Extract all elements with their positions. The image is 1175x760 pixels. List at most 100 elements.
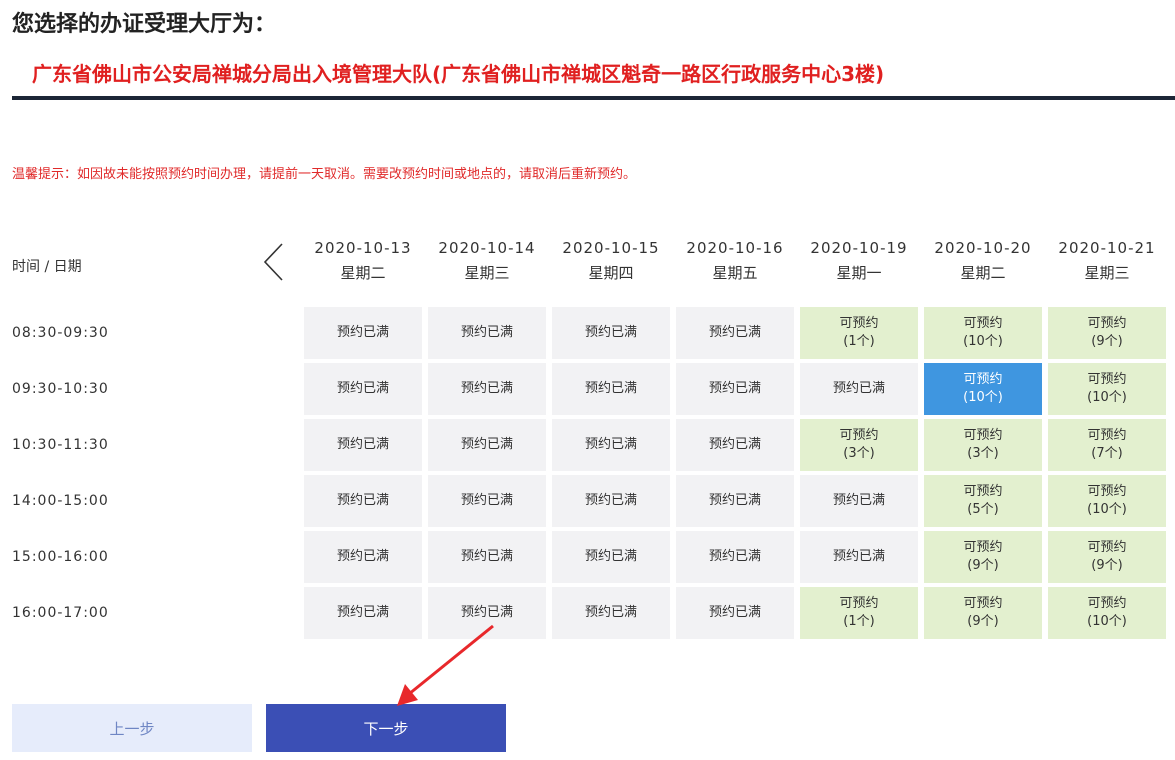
weekday-label: 星期二 xyxy=(960,264,1006,282)
slot-status-text: 可预约 xyxy=(1087,540,1127,555)
slot-status-text: 预约已满 xyxy=(584,493,637,508)
slot-count: (10个) xyxy=(1087,502,1127,517)
time-slot-label: 15:00-16:00 xyxy=(12,549,109,565)
slot-status-text: 预约已满 xyxy=(336,549,389,564)
slot-cell-full: 预约已满 xyxy=(428,419,546,471)
slot-cell-available[interactable]: 可预约 (10个) xyxy=(1048,587,1166,639)
slot-cell-full: 预约已满 xyxy=(552,475,670,527)
slot-count: (9个) xyxy=(1091,334,1123,349)
time-slot-label: 14:00-15:00 xyxy=(12,493,109,509)
slot-cell-available[interactable]: 可预约 (3个) xyxy=(924,419,1042,471)
slot-status-text: 可预约 xyxy=(839,596,879,611)
slot-cell-available[interactable]: 可预约 (9个) xyxy=(1048,531,1166,583)
slot-status-text: 可预约 xyxy=(839,316,879,331)
slot-cell-full: 预约已满 xyxy=(552,363,670,415)
slot-status-text: 预约已满 xyxy=(336,325,389,340)
slot-status-text: 预约已满 xyxy=(460,605,513,620)
slot-status-text: 预约已满 xyxy=(584,325,637,340)
slot-cell-full: 预约已满 xyxy=(676,475,794,527)
slot-status-text: 预约已满 xyxy=(584,437,637,452)
date-label: 2020-10-15 xyxy=(562,239,660,257)
date-column-header: 2020-10-16 星期五 xyxy=(676,236,794,286)
slot-status-text: 预约已满 xyxy=(832,493,885,508)
slot-count: (9个) xyxy=(1091,558,1123,573)
slot-cell-full: 预约已满 xyxy=(552,531,670,583)
slot-cell-full: 预约已满 xyxy=(304,475,422,527)
slot-status-text: 预约已满 xyxy=(336,381,389,396)
slot-cell-available[interactable]: 可预约 (5个) xyxy=(924,475,1042,527)
slot-cell-selected[interactable]: 可预约 (10个) xyxy=(924,363,1042,415)
slot-cell-available[interactable]: 可预约 (10个) xyxy=(1048,475,1166,527)
slot-cell-full: 预约已满 xyxy=(676,587,794,639)
slot-cell-available[interactable]: 可预约 (9个) xyxy=(924,587,1042,639)
time-slot-label: 10:30-11:30 xyxy=(12,437,109,453)
weekday-label: 星期四 xyxy=(588,264,634,282)
slot-status-text: 预约已满 xyxy=(584,605,637,620)
slot-status-text: 预约已满 xyxy=(460,549,513,564)
notice-text: 温馨提示：如因故未能按照预约时间办理，请提前一天取消。需要改预约时间或地点的，请… xyxy=(12,167,637,182)
slot-status-text: 预约已满 xyxy=(336,437,389,452)
slot-count: (3个) xyxy=(843,446,875,461)
slot-cell-full: 预约已满 xyxy=(428,587,546,639)
chevron-left-icon[interactable] xyxy=(258,240,292,284)
slot-status-text: 预约已满 xyxy=(460,325,513,340)
slot-status-text: 预约已满 xyxy=(832,549,885,564)
slot-count: (10个) xyxy=(963,390,1003,405)
time-slot-label: 08:30-09:30 xyxy=(12,325,109,341)
slot-status-text: 预约已满 xyxy=(460,493,513,508)
date-label: 2020-10-14 xyxy=(438,239,536,257)
slot-cell-available[interactable]: 可预约 (7个) xyxy=(1048,419,1166,471)
slot-cell-full: 预约已满 xyxy=(676,419,794,471)
slot-status-text: 可预约 xyxy=(963,372,1003,387)
slot-status-text: 可预约 xyxy=(963,596,1003,611)
slot-status-text: 预约已满 xyxy=(708,605,761,620)
slot-count: (10个) xyxy=(1087,390,1127,405)
weekday-label: 星期五 xyxy=(712,264,758,282)
time-slot-label: 16:00-17:00 xyxy=(12,605,109,621)
slot-status-text: 预约已满 xyxy=(460,437,513,452)
slot-cell-available[interactable]: 可预约 (9个) xyxy=(924,531,1042,583)
time-date-corner-label: 时间 / 日期 xyxy=(12,259,82,275)
slot-cell-available[interactable]: 可预约 (1个) xyxy=(800,307,918,359)
slot-status-text: 预约已满 xyxy=(708,325,761,340)
date-label: 2020-10-16 xyxy=(686,239,784,257)
weekday-label: 星期三 xyxy=(1084,264,1130,282)
slot-count: (5个) xyxy=(967,502,999,517)
slot-status-text: 预约已满 xyxy=(584,381,637,396)
slot-cell-available[interactable]: 可预约 (10个) xyxy=(1048,363,1166,415)
slot-status-text: 预约已满 xyxy=(460,381,513,396)
slot-cell-full: 预约已满 xyxy=(304,307,422,359)
slot-cell-full: 预约已满 xyxy=(304,419,422,471)
slot-status-text: 可预约 xyxy=(839,428,879,443)
slot-cell-available[interactable]: 可预约 (3个) xyxy=(800,419,918,471)
slot-status-text: 可预约 xyxy=(963,316,1003,331)
date-label: 2020-10-20 xyxy=(934,239,1032,257)
slot-count: (1个) xyxy=(843,614,875,629)
slot-count: (3个) xyxy=(967,446,999,461)
slot-cell-full: 预约已满 xyxy=(304,587,422,639)
slot-cell-full: 预约已满 xyxy=(428,363,546,415)
slot-count: (10个) xyxy=(963,334,1003,349)
weekday-label: 星期二 xyxy=(340,264,386,282)
slot-cell-full: 预约已满 xyxy=(304,531,422,583)
slot-cell-available[interactable]: 可预约 (10个) xyxy=(924,307,1042,359)
slot-cell-available[interactable]: 可预约 (1个) xyxy=(800,587,918,639)
next-step-button[interactable]: 下一步 xyxy=(266,704,506,752)
time-slot-label: 09:30-10:30 xyxy=(12,381,109,397)
slot-count: (10个) xyxy=(1087,614,1127,629)
slot-cell-full: 预约已满 xyxy=(800,475,918,527)
slot-cell-full: 预约已满 xyxy=(676,307,794,359)
slot-cell-full: 预约已满 xyxy=(552,587,670,639)
slot-cell-full: 预约已满 xyxy=(428,307,546,359)
slot-status-text: 可预约 xyxy=(1087,316,1127,331)
slot-cell-available[interactable]: 可预约 (9个) xyxy=(1048,307,1166,359)
slot-status-text: 预约已满 xyxy=(336,493,389,508)
date-column-header: 2020-10-20 星期二 xyxy=(924,236,1042,286)
slot-status-text: 可预约 xyxy=(963,540,1003,555)
previous-step-button[interactable]: 上一步 xyxy=(12,704,252,752)
weekday-label: 星期一 xyxy=(836,264,882,282)
slot-status-text: 可预约 xyxy=(963,484,1003,499)
slot-cell-full: 预约已满 xyxy=(552,419,670,471)
slot-count: (9个) xyxy=(967,558,999,573)
slot-count: (9个) xyxy=(967,614,999,629)
